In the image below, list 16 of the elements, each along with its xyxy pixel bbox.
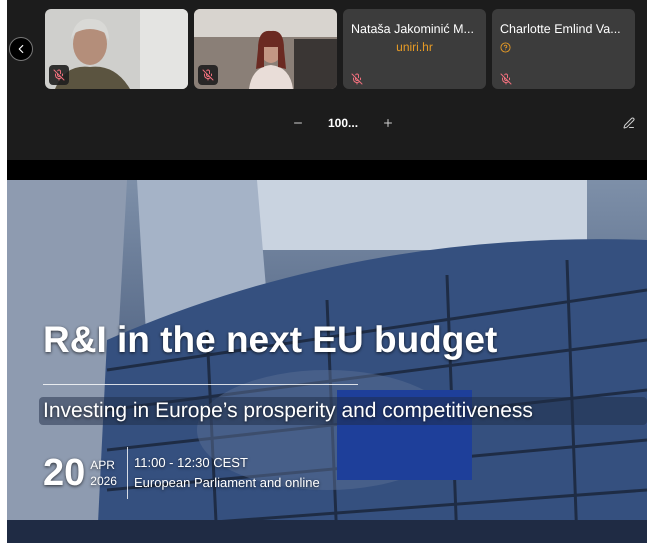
- participant-tile[interactable]: Nataša Jakominić M... uniri.hr: [343, 9, 486, 89]
- event-year: 2026: [90, 473, 117, 489]
- event-location: European Parliament and online: [134, 474, 320, 492]
- event-day: 20: [43, 453, 86, 493]
- participant-name: Nataša Jakominić M...: [351, 21, 475, 37]
- event-month: APR: [90, 457, 116, 473]
- zoom-level: 100...: [328, 115, 358, 132]
- participant-tile[interactable]: Charlotte Emlind Va...: [492, 9, 635, 89]
- back-button[interactable]: [9, 37, 33, 61]
- participant-org: uniri.hr: [396, 39, 433, 56]
- event-time: 11:00 - 12:30 CEST: [134, 454, 249, 472]
- slide-title: R&I in the next EU budget: [43, 320, 498, 360]
- pen-icon: [623, 117, 635, 129]
- slide-subtitle: Investing in Europe’s prosperity and competitiveness: [39, 397, 647, 425]
- participant-name: Charlotte Emlind Va...: [500, 21, 622, 37]
- plus-icon: [382, 117, 394, 129]
